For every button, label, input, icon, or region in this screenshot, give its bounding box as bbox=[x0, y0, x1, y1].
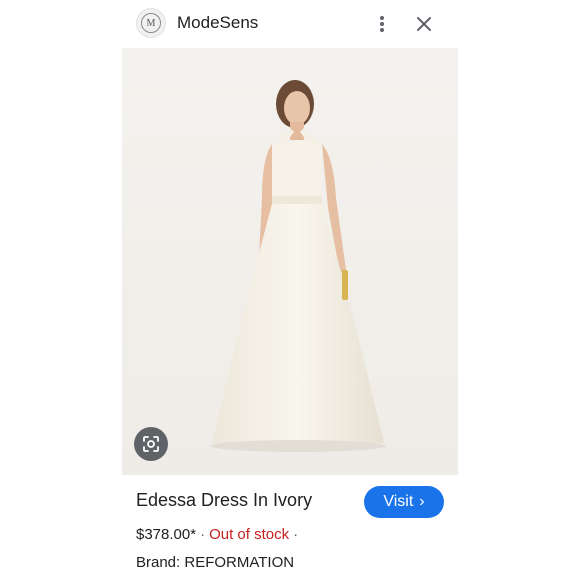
product-title[interactable]: Edessa Dress In Ivory bbox=[136, 490, 312, 511]
brand-line: Brand: REFORMATION bbox=[136, 554, 294, 571]
stock-status: Out of stock bbox=[209, 526, 290, 543]
site-name[interactable]: ModeSens bbox=[177, 13, 258, 33]
brand-label: Brand: bbox=[136, 554, 181, 571]
close-icon[interactable] bbox=[413, 13, 435, 35]
price-line: $378.00* · Out of stock · bbox=[136, 526, 302, 543]
site-logo: M bbox=[136, 8, 166, 38]
lens-icon[interactable] bbox=[134, 427, 168, 461]
product-image[interactable] bbox=[122, 48, 458, 475]
chevron-right-icon: › bbox=[419, 493, 425, 510]
visit-button-label: Visit bbox=[383, 493, 414, 510]
separator: · bbox=[200, 526, 206, 543]
header: M ModeSens bbox=[0, 0, 580, 48]
separator: · bbox=[293, 526, 299, 543]
site-logo-letter: M bbox=[141, 13, 161, 33]
visit-button[interactable]: Visit › bbox=[364, 486, 444, 518]
brand-name: REFORMATION bbox=[184, 554, 295, 571]
product-price: $378.00* bbox=[136, 526, 197, 543]
more-vert-icon[interactable] bbox=[372, 13, 392, 35]
result-card: M ModeSens Edessa Dress In Ivory Visit ›… bbox=[0, 0, 580, 580]
